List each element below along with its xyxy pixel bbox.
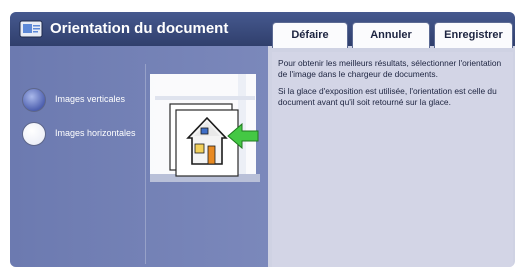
divider xyxy=(145,64,146,264)
radio-unselected-icon[interactable] xyxy=(22,122,46,146)
help-paragraph-glass: Si la glace d'exposition est utilisée, l… xyxy=(278,86,497,107)
help-paragraph-feeder: Pour obtenir les meilleurs résultats, sé… xyxy=(278,58,502,79)
orientation-dialog: Orientation du document Défaire Annuler … xyxy=(10,12,515,267)
help-text-panel: Pour obtenir les meilleurs résultats, sé… xyxy=(272,52,513,267)
undo-button[interactable]: Défaire xyxy=(272,22,348,48)
page-title: Orientation du document xyxy=(50,20,229,37)
radio-selected-icon[interactable] xyxy=(22,88,46,112)
options-pane: Images verticales Images horizontales xyxy=(10,46,268,267)
portrait-option-label: Images verticales xyxy=(55,94,126,104)
cancel-button[interactable]: Annuler xyxy=(352,22,430,48)
scanner-icon xyxy=(19,20,43,38)
document-feeder-illustration xyxy=(150,74,260,182)
portrait-option[interactable]: Images verticales xyxy=(22,88,142,114)
landscape-option-label: Images horizontales xyxy=(55,128,136,138)
save-button[interactable]: Enregistrer xyxy=(434,22,513,48)
landscape-option[interactable]: Images horizontales xyxy=(22,122,146,148)
